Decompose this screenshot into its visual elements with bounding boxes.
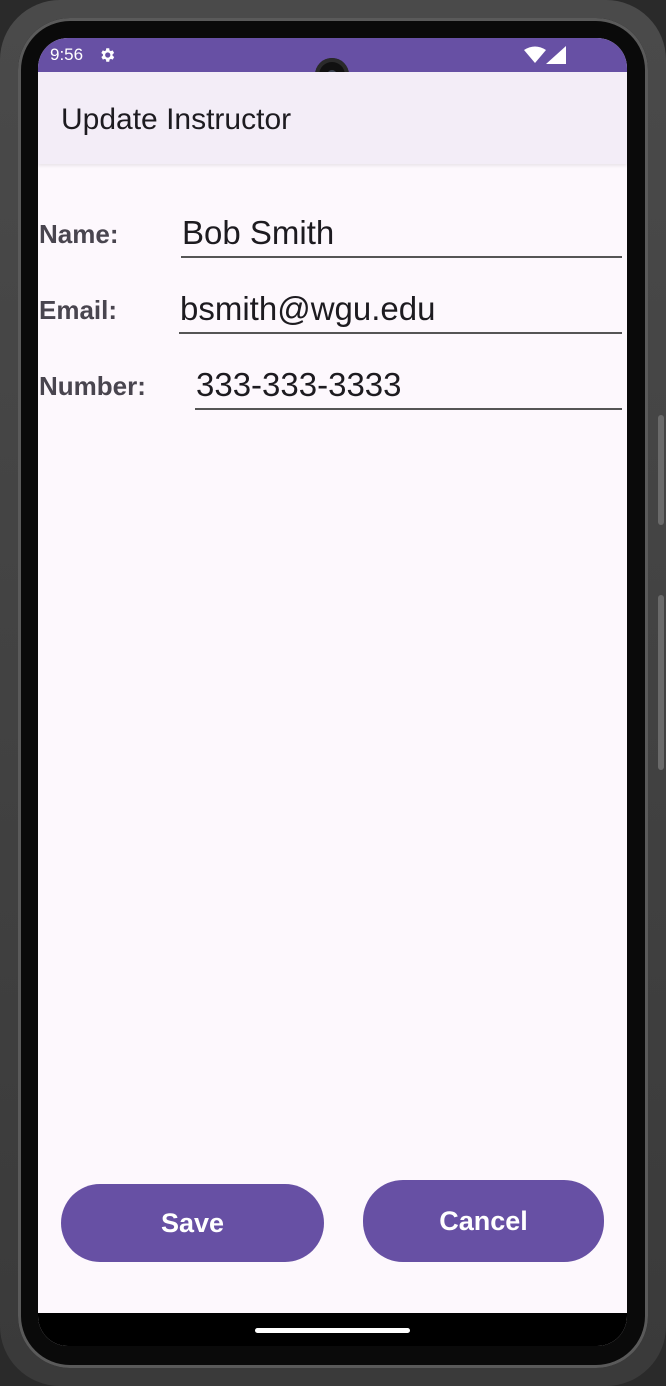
cancel-button[interactable]: Cancel: [363, 1180, 604, 1262]
gear-icon: [98, 46, 116, 64]
number-field[interactable]: [195, 362, 622, 410]
screen: 9:56 Update Instructor Name: Bob Smith E…: [38, 38, 627, 1346]
name-label: Name:: [39, 219, 119, 249]
volume-button: [658, 415, 664, 525]
name-field[interactable]: [181, 210, 622, 258]
navigation-bar: [38, 1313, 627, 1346]
home-gesture-handle[interactable]: [255, 1328, 410, 1333]
phone-frame: 9:56 Update Instructor Name: Bob Smith E…: [0, 0, 666, 1386]
wifi-icon: [524, 46, 546, 64]
email-field[interactable]: [179, 286, 622, 334]
email-label: Email:: [39, 295, 118, 325]
page-title: Update Instructor: [61, 103, 292, 136]
save-button[interactable]: Save: [61, 1184, 324, 1262]
app-bar: Update Instructor: [38, 72, 627, 164]
number-label: Number:: [39, 371, 146, 401]
cell-signal-icon: [546, 46, 566, 64]
status-time: 9:56: [50, 45, 84, 64]
power-button: [658, 595, 664, 770]
